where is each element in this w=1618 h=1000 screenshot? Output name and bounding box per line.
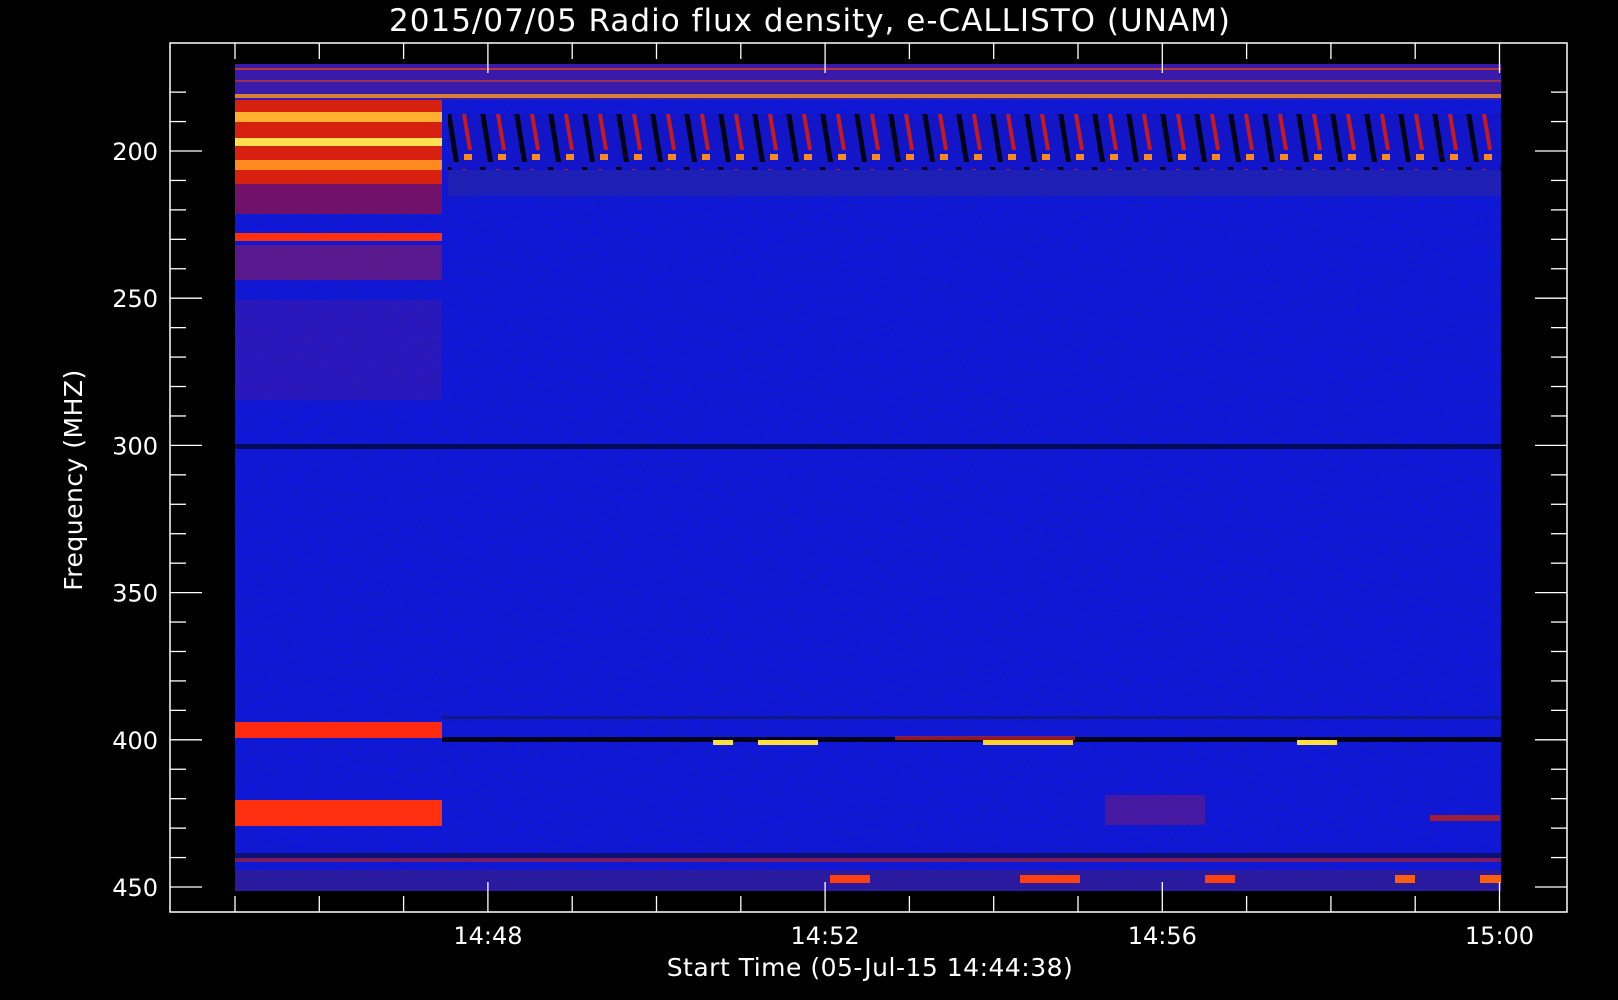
x-axis-label: Start Time (05-Jul-15 14:44:38) <box>667 953 1074 982</box>
x-tick-label: 14:52 <box>791 922 860 950</box>
x-tick-label: 15:00 <box>1465 922 1534 950</box>
y-tick-label: 350 <box>112 580 158 608</box>
y-tick-label: 400 <box>112 727 158 755</box>
y-axis-label: Frequency (MHZ) <box>59 369 88 591</box>
y-tick-label: 450 <box>112 874 158 902</box>
y-tick-label: 250 <box>112 285 158 313</box>
x-tick-label: 14:56 <box>1128 922 1197 950</box>
y-tick-label: 200 <box>112 138 158 166</box>
chart-title: 2015/07/05 Radio flux density, e-CALLIST… <box>389 3 1231 39</box>
x-tick-label: 14:48 <box>453 922 522 950</box>
spectrogram-chart: 2015/07/05 Radio flux density, e-CALLIST… <box>59 3 1568 982</box>
spectrogram-image <box>235 64 1501 891</box>
y-tick-label: 300 <box>112 432 158 460</box>
